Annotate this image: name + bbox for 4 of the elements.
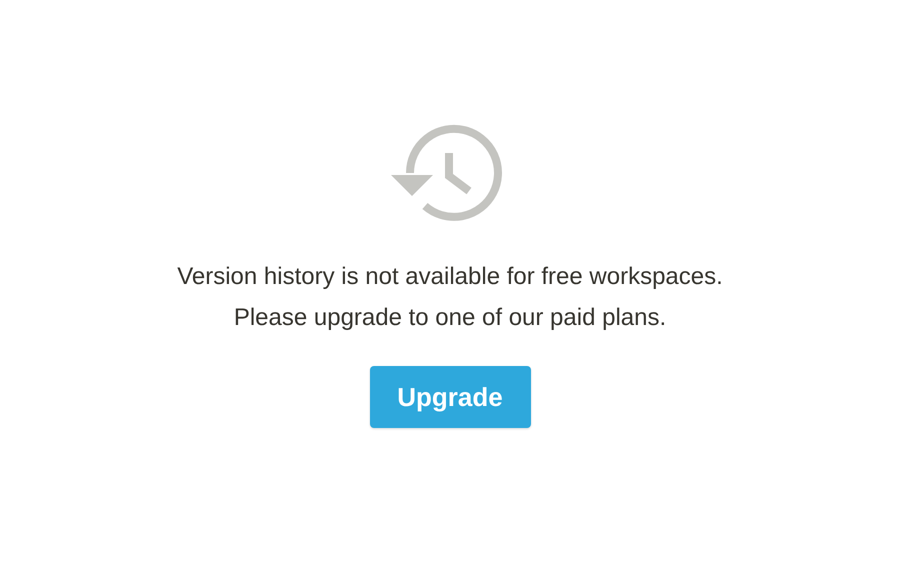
message-text: Please upgrade to one of our paid plans.: [234, 303, 666, 333]
history-icon: [390, 124, 502, 224]
message-text: Version history is not available for free workspaces.: [177, 262, 723, 292]
upgrade-button[interactable]: Upgrade: [370, 366, 530, 428]
